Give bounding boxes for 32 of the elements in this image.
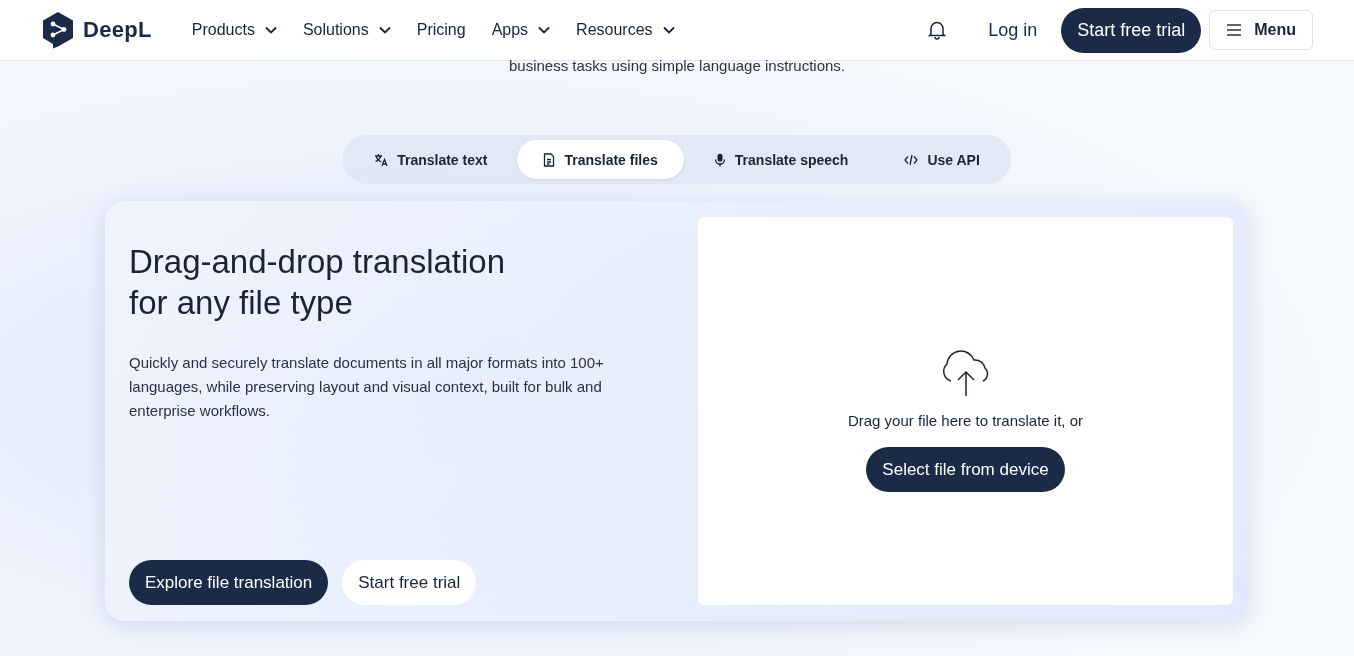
nav-link[interactable]: Solutions: [294, 15, 399, 45]
select-file-button[interactable]: Select file from device: [866, 447, 1065, 492]
nav-link[interactable]: Pricing: [408, 15, 474, 45]
chevron-down-icon: [538, 26, 551, 34]
file-drop-zone[interactable]: Drag your file here to translate it, or Select file from device: [698, 217, 1233, 605]
microphone-icon: [713, 152, 726, 167]
card-title: Drag-and-drop translation for any file type: [129, 242, 507, 323]
drop-hint-text: Drag your file here to translate it, or: [847, 412, 1084, 429]
tab[interactable]: Translate speech: [687, 140, 875, 179]
card-description: Quickly and securely translate documents in all major formats into 100+ languages, while preserving layout and visual context, built for bulk and enterprise workflows.: [129, 353, 605, 421]
tab[interactable]: Translate text: [348, 140, 514, 179]
notification-bell-icon[interactable]: [928, 20, 947, 40]
translate-icon: [374, 152, 389, 167]
code-icon: [904, 153, 919, 166]
chevron-down-icon: [378, 26, 391, 34]
logo-icon[interactable]: [41, 11, 75, 49]
logo-wordmark[interactable]: DeepL: [83, 17, 152, 43]
nav-link[interactable]: Resources: [568, 15, 683, 45]
menu-icon: [1226, 23, 1243, 37]
document-icon: [543, 152, 556, 167]
login-link[interactable]: Log in: [980, 13, 1046, 47]
nav-link[interactable]: Apps: [483, 15, 559, 45]
explore-file-translation-button[interactable]: Explore file translation: [129, 560, 329, 605]
nav-link[interactable]: Products: [183, 15, 285, 45]
start-free-trial-button[interactable]: Start free trial: [342, 560, 477, 605]
tab[interactable]: Use API: [878, 140, 1006, 179]
menu-button[interactable]: Menu: [1209, 10, 1313, 50]
intro-text: business tasks using simple language instructions.: [509, 58, 845, 74]
chevron-down-icon: [264, 26, 277, 34]
tab[interactable]: Translate files: [517, 140, 684, 179]
start-free-trial-button[interactable]: Start free trial: [1061, 7, 1202, 53]
chevron-down-icon: [662, 26, 675, 34]
